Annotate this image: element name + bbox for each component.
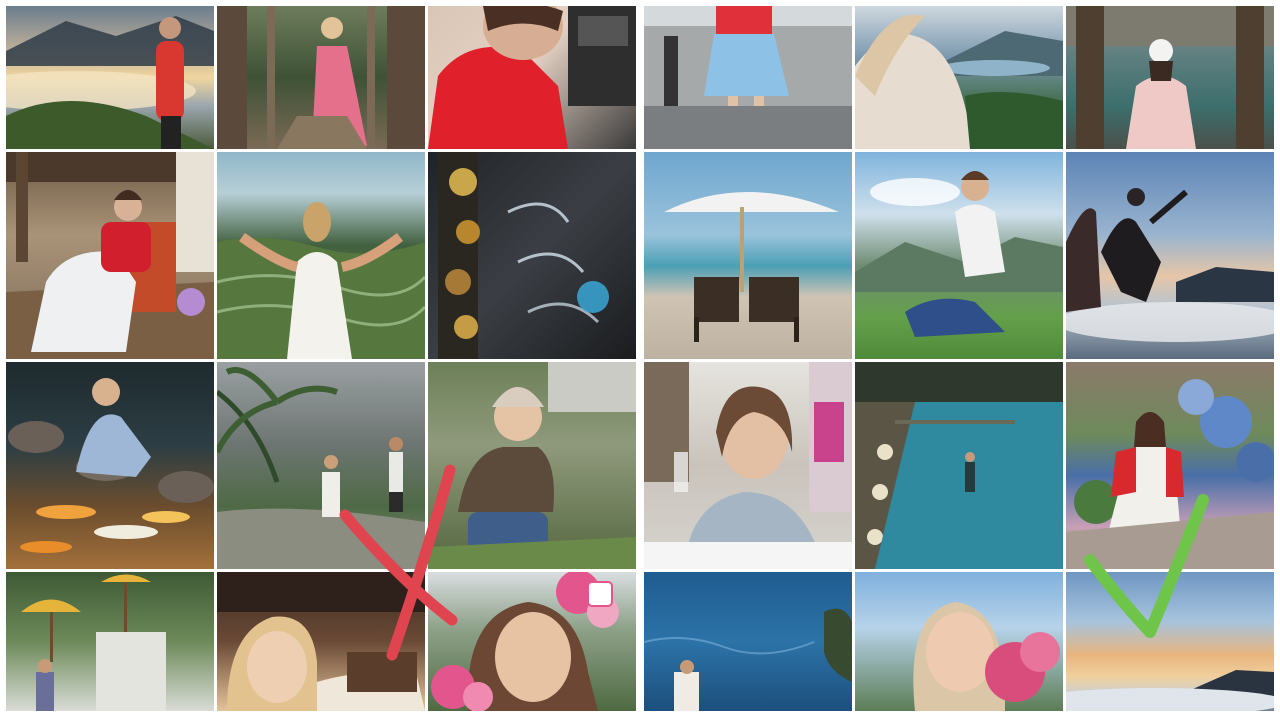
photo-ocean-cliff <box>644 572 852 711</box>
photo-koi-pond <box>6 362 214 569</box>
photo-lake-view <box>855 6 1063 149</box>
photo-flowers-smile <box>428 572 636 711</box>
photo-garden-umbrella <box>6 572 214 711</box>
right-photo-grid <box>644 6 1274 714</box>
left-photo-grid <box>6 6 636 714</box>
photo-peony-smell <box>855 572 1063 711</box>
photo-sunrise-woman <box>6 6 214 149</box>
photo-palm-couple <box>217 362 425 569</box>
photo-dinner-toast <box>644 362 852 569</box>
photo-toddler <box>428 362 636 569</box>
photo-veranda-chair <box>6 152 214 359</box>
photo-sunset-clouds <box>1066 572 1274 711</box>
photo-temple-fountain <box>428 152 636 359</box>
photo-rice-terrace <box>217 152 425 359</box>
photo-collage <box>0 0 1280 720</box>
photo-venice-pier <box>1066 6 1274 149</box>
photo-red-hoodie-selfie <box>428 6 636 149</box>
photo-sunrise-jump <box>1066 152 1274 359</box>
photo-hills-sitting <box>855 152 1063 359</box>
photo-pink-dress-bridge <box>217 6 425 149</box>
photo-blonde-portrait <box>217 572 425 711</box>
photo-seawall-blue-skirt <box>644 6 852 149</box>
photo-beach-umbrella <box>644 152 852 359</box>
photo-temple-pools <box>855 362 1063 569</box>
photo-hydrangea <box>1066 362 1274 569</box>
